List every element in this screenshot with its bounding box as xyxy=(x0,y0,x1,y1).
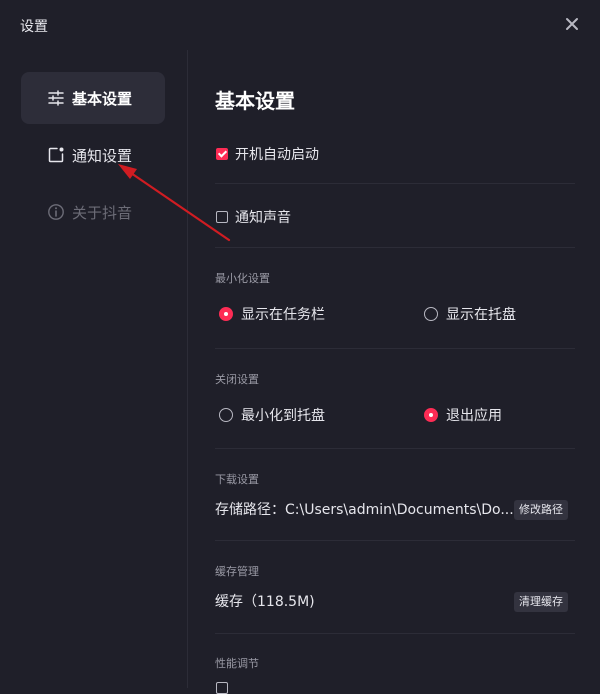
radio-unselected[interactable] xyxy=(424,307,438,321)
checkbox-partial[interactable] xyxy=(216,682,228,694)
change-path-button[interactable]: 修改路径 xyxy=(514,500,568,520)
radio-label: 最小化到托盘 xyxy=(241,408,325,424)
radio-label: 显示在托盘 xyxy=(446,307,516,323)
radio-show-in-taskbar[interactable]: 显示在任务栏 xyxy=(219,304,325,324)
sidebar-item-basic-settings[interactable]: 基本设置 xyxy=(21,72,165,124)
info-icon xyxy=(47,203,65,221)
radio-minimize-to-tray[interactable]: 最小化到托盘 xyxy=(219,405,325,425)
settings-panel: 基本设置 开机自动启动 通知声音 最小化设置 显示在任务栏 显示在托盘 关闭设置… xyxy=(188,50,600,694)
section-label-performance: 性能调节 xyxy=(215,657,259,670)
checkbox-checked[interactable] xyxy=(216,148,228,160)
title-bar: 设置 xyxy=(0,0,600,50)
sidebar-item-label: 基本设置 xyxy=(72,90,133,108)
divider xyxy=(215,448,575,449)
radio-exit-app[interactable]: 退出应用 xyxy=(424,405,502,425)
window-title: 设置 xyxy=(20,19,48,35)
page-title: 基本设置 xyxy=(215,89,295,113)
section-label-download: 下载设置 xyxy=(215,473,259,486)
sidebar-item-label: 关于抖音 xyxy=(72,204,133,222)
divider xyxy=(215,183,575,184)
sidebar-item-notification-settings[interactable]: 通知设置 xyxy=(21,129,165,181)
sidebar-item-label: 通知设置 xyxy=(72,147,133,165)
radio-selected[interactable] xyxy=(219,307,233,321)
cache-size-text: 缓存（118.5M) xyxy=(215,594,315,610)
radio-unselected[interactable] xyxy=(219,408,233,422)
close-icon xyxy=(566,18,578,30)
divider xyxy=(215,348,575,349)
radio-label: 显示在任务栏 xyxy=(241,307,325,323)
checkbox-unchecked[interactable] xyxy=(216,211,228,223)
sidebar-item-about-douyin[interactable]: 关于抖音 xyxy=(21,186,165,238)
checkbox-label: 开机自动启动 xyxy=(235,147,319,163)
notification-icon xyxy=(47,146,65,164)
close-button[interactable] xyxy=(560,12,584,36)
sidebar: 基本设置 通知设置 关于抖音 xyxy=(0,50,188,688)
section-label-cache: 缓存管理 xyxy=(215,565,259,578)
divider xyxy=(215,540,575,541)
clear-cache-button[interactable]: 清理缓存 xyxy=(514,592,568,612)
notify-sound-checkbox[interactable]: 通知声音 xyxy=(216,207,291,227)
radio-label: 退出应用 xyxy=(446,408,502,424)
radio-selected[interactable] xyxy=(424,408,438,422)
auto-start-checkbox[interactable]: 开机自动启动 xyxy=(216,144,319,164)
divider xyxy=(215,247,575,248)
divider xyxy=(215,633,575,634)
radio-show-in-tray[interactable]: 显示在托盘 xyxy=(424,304,516,324)
checkbox-label: 通知声音 xyxy=(235,210,291,226)
section-label-minimize: 最小化设置 xyxy=(215,272,270,285)
section-label-close: 关闭设置 xyxy=(215,373,259,386)
storage-path-text: 存储路径：C:\Users\admin\Documents\Do... xyxy=(215,502,514,518)
sliders-icon xyxy=(47,89,65,107)
